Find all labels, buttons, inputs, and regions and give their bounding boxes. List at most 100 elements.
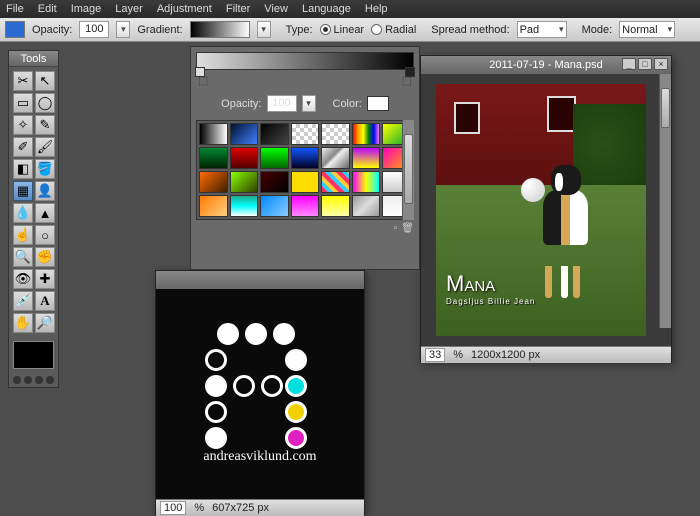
gradient-swatch[interactable] [260,123,289,145]
gradient-swatch[interactable] [352,171,381,193]
gradient-swatch[interactable] [260,195,289,217]
gradient-swatch-grid [196,120,414,220]
gradient-swatch[interactable] [291,195,320,217]
spread-select[interactable]: Pad [517,21,567,38]
gradient-swatch[interactable] [291,171,320,193]
menu-adjustment[interactable]: Adjustment [157,3,212,15]
menu-file[interactable]: File [6,3,24,15]
type-linear-label: Linear [334,24,365,36]
doc1-titlebar[interactable]: 2011-07-19 - Mana.psd _ □ × [421,56,671,74]
gradient-swatch[interactable] [230,123,259,145]
spread-value: Pad [520,24,540,36]
dodge-tool[interactable]: 🔍 [13,247,33,267]
gradient-label: Gradient: [137,24,182,36]
gp-opacity-dropdown-icon[interactable] [302,95,316,112]
gradient-swatch[interactable] [352,147,381,169]
opacity-label: Opacity: [32,24,72,36]
crop-tool[interactable]: ✂ [13,71,33,91]
doc1-title: 2011-07-19 - Mana.psd [489,59,603,71]
doc2-titlebar[interactable] [156,271,364,289]
foreground-color-swatch[interactable] [5,21,25,38]
gradient-dropdown-icon[interactable] [257,21,271,38]
toolbox-footer [9,373,58,387]
pencil-tool[interactable]: ✐ [13,137,33,157]
gp-color-well[interactable] [367,96,389,111]
menu-edit[interactable]: Edit [38,3,57,15]
gradient-swatch[interactable] [199,171,228,193]
gradient-swatch[interactable] [291,147,320,169]
gradient-swatch[interactable] [199,123,228,145]
type-linear-radio[interactable]: Linear [320,24,365,36]
clone-tool[interactable]: 👤 [35,181,55,201]
gradient-swatch[interactable] [321,171,350,193]
swatch-scrollbar[interactable] [402,120,414,220]
gradient-swatch[interactable] [352,195,381,217]
heal-tool[interactable]: ✚ [35,269,55,289]
gradient-swatch[interactable] [199,195,228,217]
gradient-swatch[interactable] [230,195,259,217]
gp-opacity-input[interactable]: 100 [267,95,297,112]
gradient-swatch[interactable] [321,195,350,217]
menu-language[interactable]: Language [302,3,351,15]
move-tool[interactable]: ↖ [35,71,55,91]
delete-swatch-icon[interactable]: 🗑 [401,223,414,234]
eraser-tool[interactable]: ◧ [13,159,33,179]
pen-tool[interactable]: ✎ [35,115,55,135]
gradient-picker-panel: ⬚ ⬚ Opacity: 100 Color: ▫ 🗑 [190,46,420,270]
brush-tool[interactable]: 🖌 [35,137,55,157]
redeye-tool[interactable]: 👁 [13,269,33,289]
gradient-editor-strip[interactable] [196,52,414,70]
bucket-tool[interactable]: 🪣 [35,159,55,179]
gradient-swatch[interactable] [260,147,289,169]
minimize-button[interactable]: _ [622,58,636,70]
doc1-scrollbar[interactable] [659,74,671,328]
menu-filter[interactable]: Filter [226,3,250,15]
wand-tool[interactable]: ✧ [13,115,33,135]
menu-help[interactable]: Help [365,3,388,15]
doc2-dimensions: 607x725 px [212,502,269,514]
blur-tool[interactable]: 💧 [13,203,33,223]
menu-bar: File Edit Image Layer Adjustment Filter … [0,0,700,18]
marquee-tool[interactable]: ▭ [13,93,33,113]
gradient-swatch[interactable] [230,171,259,193]
menu-view[interactable]: View [264,3,288,15]
gradient-swatch[interactable] [260,171,289,193]
doc2-canvas[interactable]: andreasviklund.com [156,289,364,499]
mode-select[interactable]: Normal [619,21,675,38]
maximize-button[interactable]: □ [638,58,652,70]
burn-tool[interactable]: ✊ [35,247,55,267]
opacity-dropdown-icon[interactable] [116,21,130,38]
gradient-swatch[interactable] [230,147,259,169]
new-swatch-icon[interactable]: ▫ [394,223,398,234]
gradient-preview[interactable] [190,21,250,38]
menu-image[interactable]: Image [71,3,102,15]
color-well[interactable] [13,341,54,369]
doc1-zoom-unit: % [453,349,463,361]
gradient-swatch[interactable] [352,123,381,145]
photo-caption-title: Mana [446,271,535,297]
doc1-canvas[interactable]: Mana Dagsljus Billie Jean [421,74,671,346]
photo-dog [533,160,603,280]
document-window-mana: 2011-07-19 - Mana.psd _ □ × Mana Dagslju… [420,55,672,363]
type-radial-radio[interactable]: Radial [371,24,416,36]
close-button[interactable]: × [654,58,668,70]
gradient-swatch[interactable] [321,147,350,169]
hand-tool[interactable]: ✋ [13,313,33,333]
opacity-input[interactable]: 100 [79,21,109,38]
gradient-swatch[interactable] [199,147,228,169]
doc1-zoom-input[interactable]: 33 [425,348,445,362]
doc2-zoom-input[interactable]: 100 [160,501,186,515]
lasso-tool[interactable]: ◯ [35,93,55,113]
swatch-scroll-thumb[interactable] [404,134,413,204]
scrollbar-thumb[interactable] [661,88,670,128]
sponge-tool[interactable]: ○ [35,225,55,245]
smudge-tool[interactable]: ☝ [13,225,33,245]
sharpen-tool[interactable]: ▲ [35,203,55,223]
zoom-tool[interactable]: 🔎 [35,313,55,333]
gradient-swatch[interactable] [291,123,320,145]
gradient-tool[interactable]: ▦ [13,181,33,201]
eyedropper-tool[interactable]: 💉 [13,291,33,311]
type-tool[interactable]: A [35,291,55,311]
gradient-swatch[interactable] [321,123,350,145]
menu-layer[interactable]: Layer [115,3,143,15]
